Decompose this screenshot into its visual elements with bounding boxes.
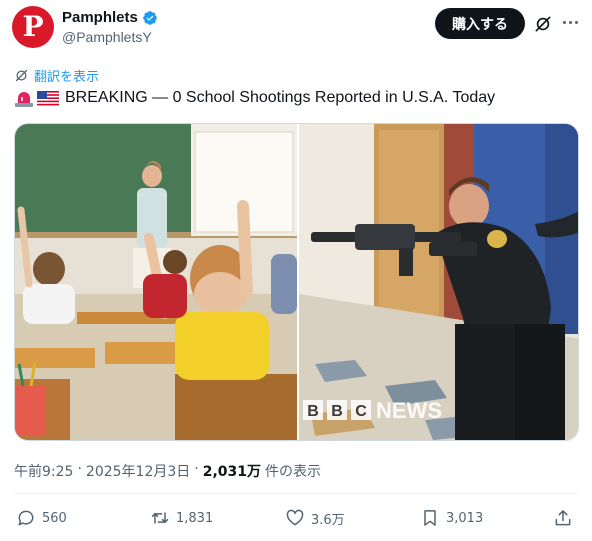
repost-button[interactable]: 1,831 [150, 508, 213, 528]
avatar[interactable]: P [12, 6, 54, 48]
like-count: 3.6万 [311, 512, 345, 528]
buy-button[interactable]: 購入する [435, 8, 525, 39]
repost-count: 1,831 [176, 510, 214, 526]
tweet-body: BREAKING — 0 School Shootings Reported i… [65, 89, 496, 106]
like-button[interactable]: 3.6万 [285, 508, 345, 528]
tweet-time[interactable]: 午前9:25 [14, 461, 73, 481]
bookmark-count: 3,013 [446, 510, 484, 526]
meta-separator: · [77, 461, 82, 477]
translate-link[interactable]: 翻訳を表示 [14, 66, 99, 85]
globe-icon [15, 69, 28, 82]
reply-icon [18, 510, 34, 526]
classroom-photo [15, 124, 297, 440]
more-icon[interactable] [560, 12, 580, 32]
display-name-row[interactable]: Pamphlets [62, 9, 158, 26]
tweet-text: BREAKING — 0 School Shootings Reported i… [14, 89, 495, 107]
tweet-date[interactable]: 2025年12月3日 [86, 461, 190, 481]
verified-badge-icon [143, 10, 157, 25]
bbc-news-word: NEWS [376, 398, 442, 423]
heart-icon [286, 509, 304, 526]
police-photo: B B C NEWS [299, 124, 578, 440]
account-handle[interactable]: @PamphletsY [62, 29, 152, 45]
action-bar: 560 1,831 3.6万 3,013 [0, 508, 592, 532]
view-suffix: 件の表示 [265, 464, 322, 480]
bbc-letter-3: C [355, 403, 367, 420]
media-image[interactable]: B B C NEWS [15, 124, 579, 441]
share-icon [555, 510, 571, 526]
bookmark-icon [424, 510, 436, 526]
tweet-meta: 午前9:25 · 2025年12月3日 · 2,031万 件の表示 [14, 461, 321, 481]
bbc-letter-1: B [307, 403, 319, 420]
display-name[interactable]: Pamphlets [62, 9, 138, 26]
rotating-light-icon [15, 92, 33, 107]
bookmark-button[interactable]: 3,013 [420, 508, 483, 528]
grok-icon[interactable] [533, 14, 553, 34]
avatar-letter: P [22, 10, 44, 43]
repost-icon [151, 512, 169, 524]
divider [14, 493, 578, 494]
share-button[interactable] [553, 508, 573, 528]
us-flag-icon [37, 90, 59, 106]
tweet-media[interactable]: B B C NEWS [14, 123, 579, 441]
view-count: 2,031万 [202, 464, 262, 480]
bbc-letter-2: B [331, 403, 343, 420]
meta-separator: · [194, 461, 199, 477]
translate-label[interactable]: 翻訳を表示 [34, 66, 99, 85]
reply-button[interactable]: 560 [16, 508, 67, 528]
reply-count: 560 [42, 510, 67, 526]
